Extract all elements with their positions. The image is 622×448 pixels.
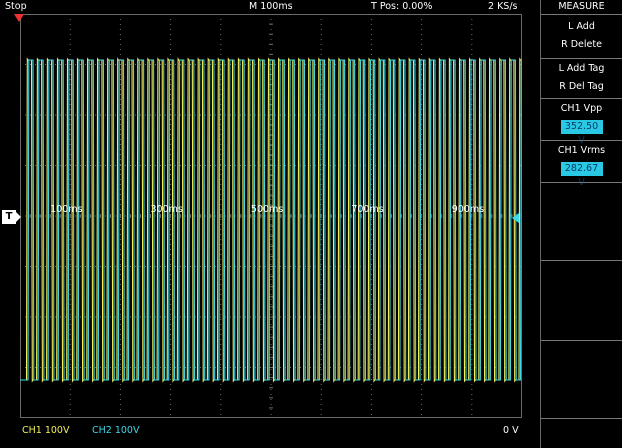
measure-menu: MEASURE L Add R Delete L Add Tag R Del T… <box>540 0 622 448</box>
ch1-scale: CH1 100V <box>22 425 70 436</box>
timebase-readout: M 100ms <box>249 1 293 12</box>
acquisition-state: Stop <box>5 1 27 12</box>
vpp-value: 352.50 V <box>560 120 603 146</box>
empty-slot-1[interactable] <box>541 182 622 260</box>
waveform-plot: 100ms 300ms 500ms 700ms 900ms <box>20 14 522 418</box>
vrms-label: CH1 Vrms <box>557 145 606 156</box>
graticule <box>20 14 522 418</box>
r-delete-option[interactable]: R Delete <box>541 36 622 54</box>
vrms-measurement[interactable]: CH1 Vrms 282.67 V <box>541 140 622 188</box>
l-add-tag-option[interactable]: L Add Tag <box>541 60 622 78</box>
time-label: 500ms <box>251 204 283 215</box>
oscilloscope-screen: Stop M 100ms T Pos: 0.00% 2 KS/s 100ms 30… <box>0 0 622 448</box>
time-label: 100ms <box>50 204 82 215</box>
trigger-position-readout: T Pos: 0.00% <box>371 1 433 12</box>
empty-slot-3[interactable] <box>541 340 622 418</box>
vpp-label: CH1 Vpp <box>560 103 603 114</box>
vrms-value: 282.67 V <box>560 162 603 188</box>
bottom-status-bar: CH1 100V CH2 100V 0 V <box>0 422 540 440</box>
ch2-scale: CH2 100V <box>92 425 140 436</box>
trigger-position-icon <box>14 14 24 22</box>
time-label: 900ms <box>452 204 484 215</box>
tag-section[interactable]: L Add Tag R Del Tag <box>541 58 622 98</box>
trigger-level-readout: 0 V <box>503 425 519 436</box>
vpp-measurement[interactable]: CH1 Vpp 352.50 V <box>541 98 622 146</box>
time-label: 300ms <box>151 204 183 215</box>
waveform-svg: 100ms 300ms 500ms 700ms 900ms <box>20 14 522 418</box>
empty-slot-2[interactable] <box>541 260 622 340</box>
sample-rate-readout: 2 KS/s <box>488 1 518 12</box>
r-del-tag-option[interactable]: R Del Tag <box>541 78 622 96</box>
l-add-option[interactable]: L Add <box>541 18 622 36</box>
trigger-t-icon: T <box>2 210 21 224</box>
time-label: 700ms <box>351 204 383 215</box>
top-status-bar: Stop M 100ms T Pos: 0.00% 2 KS/s <box>0 0 540 14</box>
add-delete-section[interactable]: L Add R Delete <box>541 14 622 58</box>
menu-title: MEASURE <box>558 1 605 12</box>
trigger-level-icon <box>512 213 519 223</box>
empty-slot-4 <box>541 418 622 448</box>
